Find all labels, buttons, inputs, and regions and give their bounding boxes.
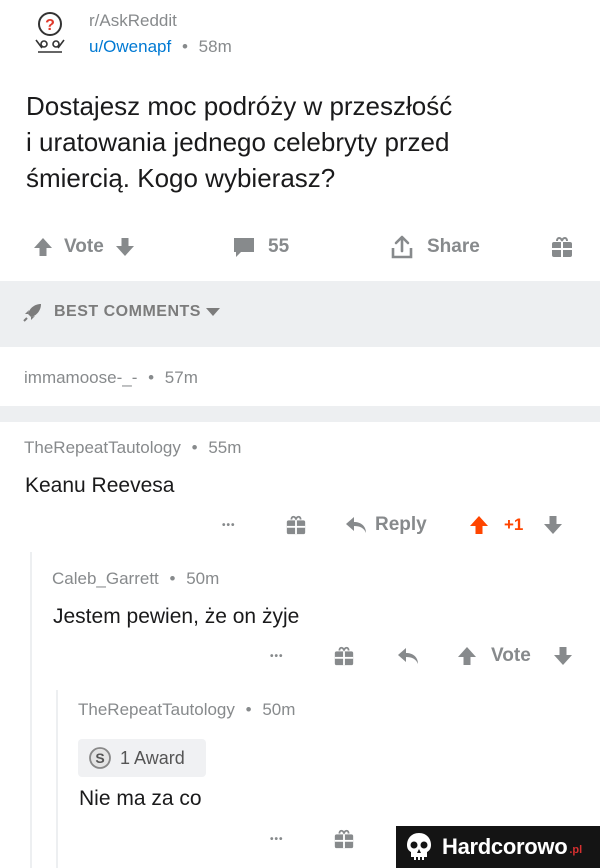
post-title[interactable]: Dostajesz moc podróży w przeszłość i ura… [26,88,566,196]
upvote-arrow-icon[interactable] [456,645,478,667]
post-title-line: i uratowania jednego celebryty przed [26,127,450,157]
gift-icon[interactable] [285,514,307,536]
watermark: Hardcorowo .pl [396,826,600,868]
skull-icon [407,833,431,860]
sort-bar[interactable]: BEST COMMENTS [0,281,600,347]
award-button[interactable] [550,228,574,266]
more-options-button[interactable]: ••• [270,651,284,662]
svg-text:S: S [95,750,104,766]
separator-dot: • [169,569,176,588]
comment-meta: TheRepeatTautology • 55m [24,438,241,458]
post-byline: u/Owenapf • 58m [89,37,232,57]
share-button[interactable]: Share [389,228,480,266]
upvote-arrow-icon[interactable] [32,236,54,258]
askreddit-icon[interactable]: ? [30,10,70,58]
sort-control[interactable]: BEST COMMENTS [22,301,221,323]
comment-author[interactable]: Caleb_Garrett [52,569,159,588]
comment-age: 50m [262,700,296,719]
award-label: 1 Award [120,747,185,768]
gift-icon [552,237,572,257]
post-title-line: śmiercią. Kogo wybierasz? [26,163,336,193]
post-header: ? r/AskReddit u/Owenapf • 58m [0,0,600,70]
separator-dot: • [191,438,198,457]
separator-dot: • [181,37,188,56]
comment-bubble-icon [234,238,254,257]
comment-actions: ••• Reply +1 [0,510,600,540]
comment-age: 55m [208,438,242,457]
watermark-suffix: .pl [569,844,583,856]
comment-body: Keanu Reevesa [25,474,175,497]
vote-label: Vote [491,645,531,666]
comment-actions: ••• Vote [0,641,600,671]
caret-down-icon [205,308,220,316]
share-label: Share [427,236,480,257]
reply-button[interactable]: Reply [375,514,427,536]
share-icon [391,235,413,259]
comments-button[interactable]: 55 [232,228,289,266]
comment-divider [0,406,600,422]
comment-meta: Caleb_Garrett • 50m [52,569,219,589]
upvote-arrow-icon[interactable] [468,514,490,536]
comment-score: +1 [504,515,524,534]
downvote-arrow-icon[interactable] [542,514,564,536]
gift-icon[interactable] [333,828,355,850]
comment-body: Jestem pewien, że on żyje [53,605,300,628]
comment-author[interactable]: TheRepeatTautology [78,700,235,719]
more-options-button[interactable]: ••• [270,834,284,845]
vote-control: Vote [32,228,136,266]
more-options-button[interactable]: ••• [222,520,236,531]
separator-dot: • [245,700,252,719]
post-action-bar: Vote 55 Share [0,228,600,266]
rocket-icon [23,304,41,322]
comment-body: Nie ma za co [79,787,202,810]
comment-author[interactable]: immamoose-_- [24,368,137,387]
comment-meta: TheRepeatTautology • 50m [78,700,295,720]
silver-award-icon: S [89,747,111,769]
post-age: 58m [198,37,232,56]
gift-icon[interactable] [333,645,355,667]
comment-collapsed[interactable]: immamoose-_- • 57m [24,368,198,388]
subreddit-name[interactable]: r/AskReddit [89,11,177,31]
watermark-text: Hardcorowo [442,834,568,859]
post-title-line: Dostajesz moc podróży w przeszłość [26,91,453,121]
comment-age: 50m [186,569,220,588]
sort-label: BEST COMMENTS [54,303,201,320]
thread-line[interactable] [30,552,32,868]
vote-label: Vote [64,236,104,257]
comment-actions: ••• [0,824,400,854]
reply-arrow-icon[interactable] [344,515,368,535]
svg-text:?: ? [45,17,55,34]
separator-dot: • [148,368,155,387]
downvote-arrow-icon[interactable] [552,645,574,667]
comment-author[interactable]: TheRepeatTautology [24,438,181,457]
downvote-arrow-icon[interactable] [114,236,136,258]
post-author[interactable]: u/Owenapf [89,37,171,56]
comment-count: 55 [268,236,290,257]
award-badge[interactable]: S 1 Award [78,739,206,777]
reply-arrow-icon[interactable] [396,646,420,666]
comment-age: 57m [164,368,198,387]
